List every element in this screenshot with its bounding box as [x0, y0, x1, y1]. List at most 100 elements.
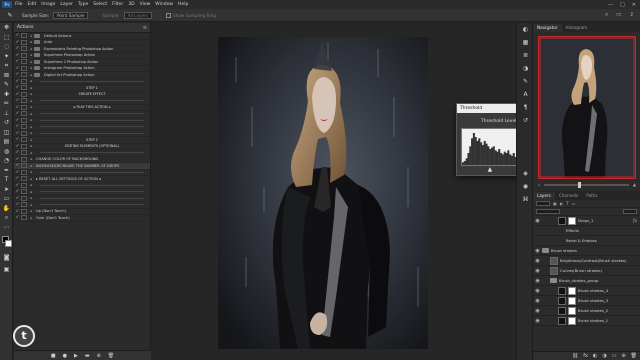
- menu-file[interactable]: File: [15, 2, 23, 7]
- new-set-icon[interactable]: ▬: [85, 353, 90, 359]
- dialog-toggle-box[interactable]: [21, 137, 27, 143]
- expand-arrow-icon[interactable]: ▸: [29, 183, 34, 187]
- menu-image[interactable]: Image: [41, 2, 55, 7]
- document-image[interactable]: [218, 37, 428, 349]
- history-brush-tool-icon[interactable]: ↺: [0, 118, 13, 128]
- filter-pixel-icon[interactable]: ▣: [553, 201, 557, 206]
- channels-panel-icon[interactable]: ◉: [517, 180, 534, 193]
- tab-paths[interactable]: Paths: [582, 192, 601, 200]
- eraser-tool-icon[interactable]: ◫: [0, 128, 13, 138]
- history-panel-icon[interactable]: ↺: [517, 114, 534, 127]
- expand-arrow-icon[interactable]: ▸: [29, 99, 34, 103]
- new-group-icon[interactable]: ▭: [612, 353, 617, 359]
- toggle-check-icon[interactable]: ✓: [14, 131, 21, 136]
- toggle-check-icon[interactable]: ✓: [14, 118, 21, 123]
- swatches-panel-icon[interactable]: ▦: [517, 36, 534, 49]
- layer-kind-filter[interactable]: [536, 201, 550, 206]
- dialog-toggle-box[interactable]: [21, 52, 27, 58]
- toggle-check-icon[interactable]: ✓: [14, 72, 21, 77]
- toggle-check-icon[interactable]: ✓: [14, 124, 21, 129]
- tab-navigator[interactable]: Navigator: [533, 24, 562, 32]
- toggle-check-icon[interactable]: ✓: [14, 176, 21, 181]
- minimize-button[interactable]: —: [608, 2, 613, 8]
- menu-type[interactable]: Type: [78, 2, 88, 7]
- navigator-preview[interactable]: [538, 36, 636, 179]
- blur-tool-icon[interactable]: ◍: [0, 147, 13, 157]
- menu-select[interactable]: Select: [93, 2, 107, 7]
- dialog-toggle-box[interactable]: [21, 124, 27, 130]
- expand-arrow-icon[interactable]: ▸: [29, 203, 34, 207]
- toggle-check-icon[interactable]: ✓: [14, 170, 21, 175]
- visibility-eye-icon[interactable]: ◉: [533, 258, 542, 264]
- close-window-button[interactable]: ✕: [632, 2, 636, 8]
- gradient-tool-icon[interactable]: ▤: [0, 137, 13, 147]
- dialog-toggle-box[interactable]: [21, 130, 27, 136]
- healing-tool-icon[interactable]: ✚: [0, 90, 13, 100]
- dialog-toggle-box[interactable]: [21, 176, 27, 182]
- visibility-eye-icon[interactable]: ◉: [533, 288, 542, 294]
- dialog-toggle-box[interactable]: [21, 39, 27, 45]
- pen-tool-icon[interactable]: ✒: [0, 166, 13, 176]
- toggle-check-icon[interactable]: ✓: [14, 59, 21, 64]
- search-icon[interactable]: ⌕: [605, 12, 608, 19]
- dialog-toggle-box[interactable]: [21, 104, 27, 110]
- toggle-check-icon[interactable]: ✓: [14, 46, 21, 51]
- tab-histogram[interactable]: Histogram: [562, 24, 592, 32]
- toggle-check-icon[interactable]: ✓: [14, 209, 21, 214]
- toggle-check-icon[interactable]: ✓: [14, 137, 21, 142]
- lasso-tool-icon[interactable]: ◌: [0, 42, 13, 52]
- toggle-check-icon[interactable]: ✓: [14, 163, 21, 168]
- expand-arrow-icon[interactable]: ▸: [29, 125, 34, 129]
- visibility-eye-icon[interactable]: ◉: [533, 268, 542, 274]
- type-tool-icon[interactable]: T: [0, 175, 13, 185]
- dialog-toggle-box[interactable]: [21, 91, 27, 97]
- visibility-eye-icon[interactable]: ◉: [533, 308, 542, 314]
- layer-mask-thumbnail[interactable]: [568, 296, 576, 305]
- dialog-toggle-box[interactable]: [21, 65, 27, 71]
- menu-view[interactable]: View: [140, 2, 151, 7]
- dialog-toggle-box[interactable]: [21, 33, 27, 39]
- dialog-toggle-box[interactable]: [21, 59, 27, 65]
- share-icon[interactable]: ⇪: [629, 12, 634, 19]
- expand-arrow-icon[interactable]: ▸: [29, 151, 34, 155]
- blend-mode-select[interactable]: [536, 209, 560, 214]
- expand-arrow-icon[interactable]: ▸: [29, 190, 34, 194]
- sample-size-select[interactable]: Point Sample: [53, 11, 89, 19]
- visibility-eye-icon[interactable]: ◉: [533, 318, 542, 324]
- adjustment-layer-icon[interactable]: ◑: [602, 353, 606, 359]
- marquee-tool-icon[interactable]: ⬚: [0, 33, 13, 43]
- dialog-toggle-box[interactable]: [21, 98, 27, 104]
- record-icon[interactable]: ●: [63, 353, 67, 359]
- toggle-check-icon[interactable]: ✓: [14, 92, 21, 97]
- properties-panel-icon[interactable]: ≣: [517, 49, 534, 62]
- toggle-check-icon[interactable]: ✓: [14, 144, 21, 149]
- layer-row[interactable]: ◉ Brush strokes_3: [533, 296, 640, 306]
- menu-filter[interactable]: Filter: [112, 2, 123, 7]
- actions-panel-title[interactable]: Actions: [17, 25, 33, 30]
- paragraph-panel-icon[interactable]: ¶: [517, 101, 534, 114]
- threshold-slider-handle[interactable]: ▲: [488, 166, 493, 173]
- paths-panel-icon[interactable]: ⌘: [517, 193, 534, 206]
- toggle-check-icon[interactable]: ✓: [14, 183, 21, 188]
- toggle-check-icon[interactable]: ✓: [14, 98, 21, 103]
- panel-menu-icon[interactable]: ≡: [143, 25, 147, 31]
- visibility-eye-icon[interactable]: ◉: [533, 298, 542, 304]
- filter-type-icon[interactable]: T: [566, 201, 568, 206]
- dialog-toggle-box[interactable]: [21, 150, 27, 156]
- eyedropper-tool-icon[interactable]: ✎: [0, 80, 13, 90]
- play-icon[interactable]: ▶: [74, 353, 78, 359]
- dialog-toggle-box[interactable]: [21, 208, 27, 214]
- adjustments-panel-icon[interactable]: ◑: [517, 62, 534, 75]
- layer-row[interactable]: ◉ Brush strokes_4: [533, 286, 640, 296]
- toggle-check-icon[interactable]: ✓: [14, 40, 21, 45]
- layer-mask-thumbnail[interactable]: [568, 306, 576, 315]
- stop-recording-icon[interactable]: ■: [51, 353, 56, 359]
- sampling-ring-checkbox[interactable]: [166, 12, 171, 18]
- dialog-toggle-box[interactable]: [21, 156, 27, 162]
- expand-arrow-icon[interactable]: ▸: [29, 131, 34, 135]
- visibility-eye-icon[interactable]: ◉: [533, 278, 542, 284]
- canvas-area[interactable]: [153, 23, 516, 360]
- expand-arrow-icon[interactable]: ▸: [29, 112, 34, 116]
- quick-select-tool-icon[interactable]: ✦: [0, 52, 13, 62]
- layer-row[interactable]: ◉ Drops_1 ƒx: [533, 216, 640, 226]
